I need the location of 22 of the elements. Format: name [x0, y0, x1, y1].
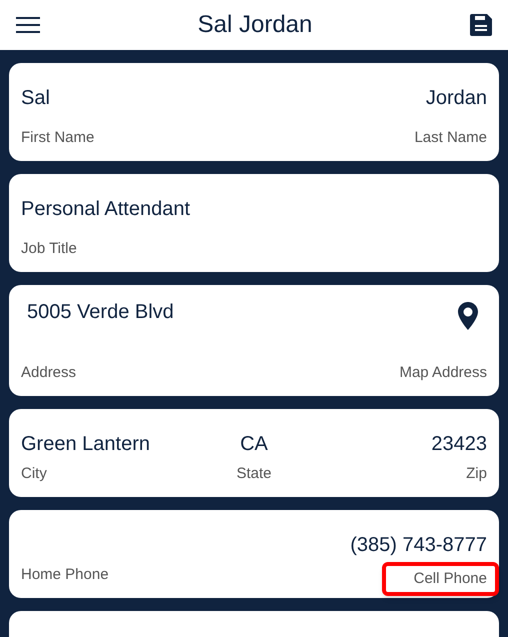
field-label: State	[236, 464, 272, 484]
field-label: Zip	[466, 464, 487, 484]
page-title: Sal Jordan	[198, 10, 312, 40]
field-label: Home Phone	[21, 564, 109, 584]
field-value[interactable]: Green Lantern	[21, 429, 150, 459]
field-value[interactable]: CA	[240, 429, 268, 459]
field-label: City	[21, 464, 47, 484]
field-label: Last Name	[414, 128, 487, 148]
field-label: Cell Phone	[382, 562, 499, 596]
field-label: First Name	[21, 128, 94, 148]
field-value[interactable]: 5005 Verde Blvd	[27, 297, 174, 327]
field-value[interactable]: Personal Attendant	[21, 194, 190, 224]
map-pin-icon[interactable]	[457, 301, 479, 331]
save-icon[interactable]	[470, 14, 492, 36]
field-label: Job Title	[21, 238, 77, 258]
field-label: Address	[21, 362, 76, 382]
field-value[interactable]: Jordan	[426, 83, 487, 113]
field-value[interactable]: Sal	[21, 83, 50, 113]
field-label: Map Address	[399, 362, 487, 382]
menu-icon[interactable]	[16, 16, 40, 34]
field-value[interactable]: (385) 743-8777	[350, 530, 487, 560]
field-value[interactable]: 23423	[431, 429, 487, 459]
